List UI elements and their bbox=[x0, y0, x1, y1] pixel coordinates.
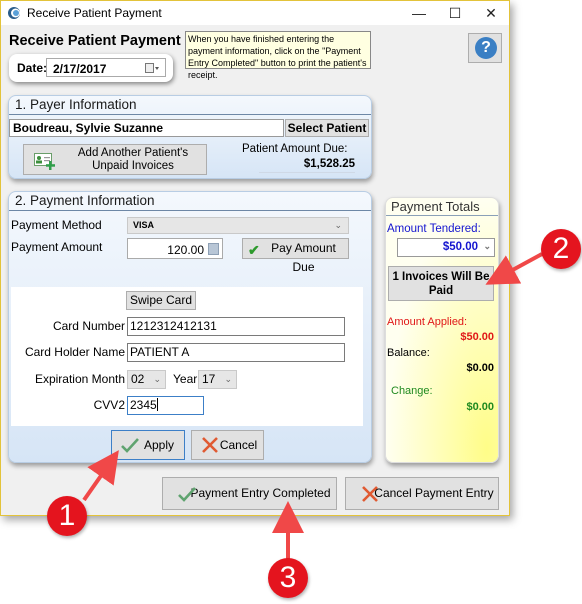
callout-arrow-1 bbox=[82, 450, 119, 502]
callout-badge-2: 2 bbox=[541, 229, 581, 269]
callout-arrows bbox=[82, 252, 543, 560]
callout-badge-1: 1 bbox=[47, 496, 87, 536]
callout-arrow-2 bbox=[485, 252, 543, 285]
callout-badge-3: 3 bbox=[268, 558, 308, 598]
